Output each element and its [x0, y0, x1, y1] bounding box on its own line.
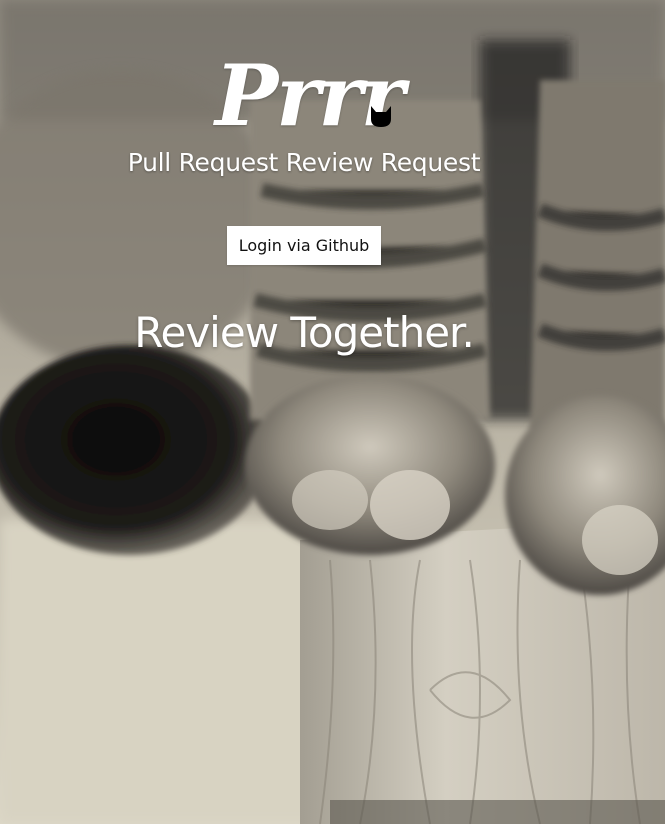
login-github-button[interactable]: Login via Github [227, 226, 381, 265]
landing-page: Prrr Pull Request Review Request Login v… [0, 0, 665, 824]
hero-content: Prrr Pull Request Review Request Login v… [0, 0, 665, 824]
cat-icon [371, 106, 391, 127]
app-subtitle: Pull Request Review Request [127, 148, 481, 177]
logo: Prrr [215, 48, 415, 138]
tagline: Review Together. [134, 308, 475, 357]
